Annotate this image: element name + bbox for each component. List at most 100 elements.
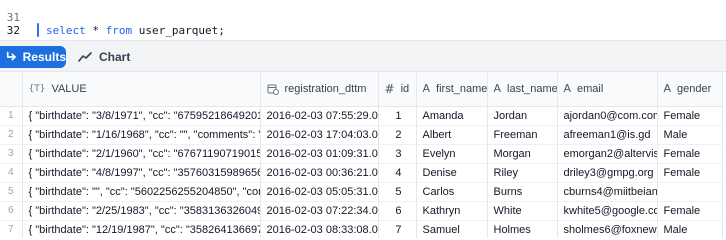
column-header-first-name[interactable]: Afirst_name (416, 72, 488, 107)
registration-dttm-cell[interactable]: 2016-02-03 01:09:31.000 (260, 144, 379, 164)
gender-cell[interactable]: Female (657, 144, 723, 164)
table-row[interactable]: 2{ "birthdate": "1/16/1968", "cc": "", "… (0, 125, 723, 145)
registration-dttm-cell[interactable]: 2016-02-03 05:05:31.000 (260, 182, 379, 202)
row-number-cell[interactable]: 2 (0, 125, 23, 145)
line-number: 32 (6, 24, 20, 37)
column-header-gender[interactable]: Agender (657, 72, 723, 107)
gender-cell[interactable]: Female (657, 163, 723, 183)
row-number-cell[interactable]: 4 (0, 163, 23, 183)
column-header-label: registration_dttm (284, 82, 367, 95)
chart-button[interactable]: Chart (78, 46, 130, 68)
results-button[interactable]: Results (0, 46, 66, 68)
table-row[interactable]: 3{ "birthdate": "2/1/1960", "cc": "67671… (0, 144, 723, 164)
line-chart-icon (78, 52, 92, 62)
column-header-label: gender (677, 82, 712, 95)
number-type-icon: # (384, 81, 395, 96)
table-row[interactable]: 4{ "birthdate": "4/8/1997", "cc": "35760… (0, 163, 723, 183)
results-table: {T} VALUE registration_dttm # id Afirst_na… (0, 72, 723, 238)
id-cell[interactable]: 4 (378, 163, 417, 183)
row-number-cell[interactable]: 3 (0, 144, 23, 164)
table-row[interactable]: 5{ "birthdate": "", "cc": "5602256255204… (0, 182, 723, 202)
registration-dttm-cell[interactable]: 2016-02-03 00:36:21.000 (260, 163, 379, 183)
row-number-cell[interactable]: 7 (0, 220, 23, 238)
first-name-cell[interactable]: Albert (416, 125, 488, 145)
last-name-cell[interactable]: Morgan (487, 144, 558, 164)
row-number-cell[interactable]: 6 (0, 201, 23, 221)
email-cell[interactable]: emorgan2@altervista.or (557, 144, 658, 164)
value-cell[interactable]: { "birthdate": "2/1/1960", "cc": "676711… (22, 144, 261, 164)
code-token-table: user_parquet; (132, 24, 225, 37)
chart-button-label: Chart (99, 50, 131, 64)
gender-cell[interactable]: Male (657, 220, 723, 238)
row-number-header (0, 72, 23, 107)
id-cell[interactable]: 3 (378, 144, 417, 164)
email-cell[interactable]: kwhite5@google.com (557, 201, 658, 221)
gender-cell[interactable]: Female (657, 106, 723, 126)
column-header-registration-dttm[interactable]: registration_dttm (260, 72, 379, 107)
first-name-cell[interactable]: Denise (416, 163, 488, 183)
results-grid[interactable]: {T} VALUE registration_dttm # id Afirst_na… (0, 72, 726, 238)
gender-cell[interactable] (657, 182, 723, 202)
id-cell[interactable]: 1 (378, 106, 417, 126)
id-cell[interactable]: 5 (378, 182, 417, 202)
value-cell[interactable]: { "birthdate": "12/19/1987", "cc": "3582… (22, 220, 261, 238)
column-header-label: last_name (507, 82, 557, 95)
column-header-value[interactable]: {T} VALUE (22, 72, 261, 107)
last-name-cell[interactable]: Freeman (487, 125, 558, 145)
code-line[interactable]: select * from user_parquet; (46, 24, 225, 37)
table-row[interactable]: 6{ "birthdate": "2/25/1983", "cc": "3583… (0, 201, 723, 221)
results-toolbar: Results Chart (0, 40, 726, 72)
sql-editor[interactable]: 31 32 select * from user_parquet; (0, 0, 726, 40)
email-cell[interactable]: afreeman1@is.gd (557, 125, 658, 145)
email-cell[interactable]: cburns4@miitbeian.gov. (557, 182, 658, 202)
gender-cell[interactable]: Male (657, 125, 723, 145)
email-cell[interactable]: ajordan0@com.com (557, 106, 658, 126)
email-cell[interactable]: sholmes6@foxnews.com (557, 220, 658, 238)
code-token-star: * (85, 24, 106, 37)
active-line-indicator (37, 23, 39, 37)
first-name-cell[interactable]: Amanda (416, 106, 488, 126)
id-cell[interactable]: 6 (378, 201, 417, 221)
registration-dttm-cell[interactable]: 2016-02-03 07:55:29.000 (260, 106, 379, 126)
gender-cell[interactable]: Female (657, 201, 723, 221)
row-number-cell[interactable]: 1 (0, 106, 23, 126)
line-number: 31 (6, 11, 20, 24)
text-type-icon: A (493, 82, 502, 96)
value-cell[interactable]: { "birthdate": "1/16/1968", "cc": "", "c… (22, 125, 261, 145)
column-header-last-name[interactable]: Alast_name (487, 72, 558, 107)
column-header-label: email (577, 82, 604, 95)
header-row: {T} VALUE registration_dttm # id Afirst_na… (0, 72, 723, 107)
line-number-gutter: 31 32 (0, 0, 30, 40)
first-name-cell[interactable]: Kathryn (416, 201, 488, 221)
last-name-cell[interactable]: Riley (487, 163, 558, 183)
first-name-cell[interactable]: Samuel (416, 220, 488, 238)
id-cell[interactable]: 7 (378, 220, 417, 238)
table-row[interactable]: 7{ "birthdate": "12/19/1987", "cc": "358… (0, 220, 723, 238)
registration-dttm-cell[interactable]: 2016-02-03 08:33:08.000 (260, 220, 379, 238)
table-row[interactable]: 1{ "birthdate": "3/8/1971", "cc": "67595… (0, 106, 723, 126)
id-cell[interactable]: 2 (378, 125, 417, 145)
column-header-label: first_name (436, 82, 487, 95)
value-cell[interactable]: { "birthdate": "", "cc": "56022562552048… (22, 182, 261, 202)
row-number-cell[interactable]: 5 (0, 182, 23, 202)
registration-dttm-cell[interactable]: 2016-02-03 07:22:34.000 (260, 201, 379, 221)
email-cell[interactable]: driley3@gmpg.org (557, 163, 658, 183)
first-name-cell[interactable]: Carlos (416, 182, 488, 202)
return-arrow-icon (6, 51, 16, 61)
column-header-id[interactable]: # id (378, 72, 417, 107)
calendar-clock-icon (267, 84, 279, 95)
first-name-cell[interactable]: Evelyn (416, 144, 488, 164)
value-cell[interactable]: { "birthdate": "2/25/1983", "cc": "35831… (22, 201, 261, 221)
keyword-from: from (105, 24, 133, 37)
column-header-email[interactable]: Aemail (557, 72, 658, 107)
value-cell[interactable]: { "birthdate": "4/8/1997", "cc": "357603… (22, 163, 261, 183)
last-name-cell[interactable]: Burns (487, 182, 558, 202)
value-cell[interactable]: { "birthdate": "3/8/1971", "cc": "675952… (22, 106, 261, 126)
registration-dttm-cell[interactable]: 2016-02-03 17:04:03.000 (260, 125, 379, 145)
column-header-label: id (400, 82, 410, 95)
last-name-cell[interactable]: White (487, 201, 558, 221)
last-name-cell[interactable]: Holmes (487, 220, 558, 238)
variant-type-icon: {T} (28, 83, 46, 94)
text-type-icon: A (663, 82, 672, 96)
last-name-cell[interactable]: Jordan (487, 106, 558, 126)
